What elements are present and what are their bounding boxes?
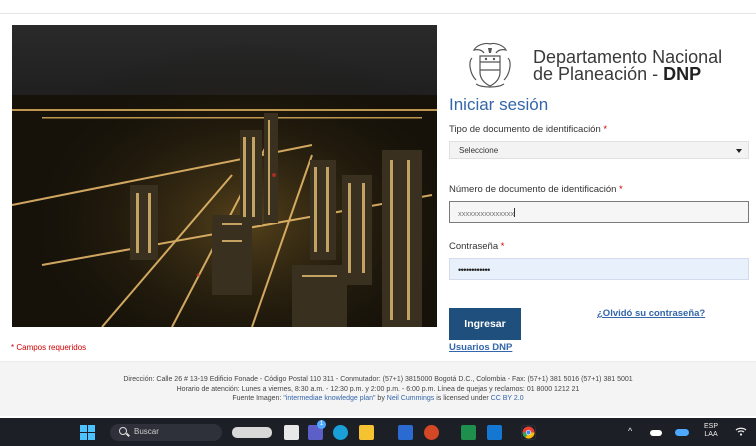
search-placeholder: Buscar	[134, 427, 159, 436]
edge-icon[interactable]	[333, 425, 348, 440]
required-asterisk: *	[603, 124, 608, 135]
wifi-icon[interactable]	[735, 426, 747, 438]
footer-image-credit: Fuente Imagen: "intermediae knowledge pl…	[0, 394, 756, 404]
credit-by: by	[375, 395, 387, 402]
doc-number-label: Número de documento de identificación *	[449, 184, 623, 195]
credit-prefix: Fuente Imagen:	[232, 395, 284, 402]
windows-taskbar: Buscar 1 ^ ESP LAA	[0, 418, 756, 446]
doc-number-value: xxxxxxxxxxxxxxx	[458, 209, 515, 218]
doc-number-input[interactable]: xxxxxxxxxxxxxxx	[449, 201, 749, 223]
page-footer: Dirección: Calle 26 # 13-19 Edificio Fon…	[0, 361, 756, 416]
word-icon[interactable]	[398, 425, 413, 440]
org-acronym: DNP	[663, 64, 702, 84]
organization-name: Departamento Nacional de Planeación - DN…	[533, 48, 722, 84]
taskbar-search[interactable]: Buscar	[110, 424, 222, 441]
credit-license-link[interactable]: CC BY 2.0	[491, 395, 524, 402]
teams-notification-badge: 1	[317, 420, 326, 429]
excel-icon[interactable]	[461, 425, 476, 440]
language-indicator[interactable]: ESP LAA	[704, 423, 718, 439]
task-view-icon[interactable]	[284, 425, 299, 440]
doc-type-select[interactable]: Seleccione	[449, 141, 749, 159]
footer-address: Dirección: Calle 26 # 13-19 Edificio Fon…	[123, 376, 633, 383]
credit-licensed: is licensed under	[434, 395, 491, 402]
login-title: Iniciar sesión	[449, 95, 549, 114]
org-name-line2: de Planeación - DNP	[533, 64, 722, 84]
powerpoint-icon[interactable]	[424, 425, 439, 440]
cloud-icon[interactable]	[650, 430, 662, 436]
onedrive-icon[interactable]	[675, 429, 689, 436]
file-explorer-icon[interactable]	[359, 425, 374, 440]
doc-number-label-text: Número de documento de identificación	[449, 184, 617, 195]
forgot-password-link[interactable]: ¿Olvidó su contraseña?	[597, 308, 705, 319]
chevron-down-icon	[736, 149, 742, 153]
password-value: ••••••••••••	[458, 265, 490, 275]
chrome-icon[interactable]	[521, 425, 536, 440]
windows-start-icon[interactable]	[80, 425, 95, 440]
org-name-line2-text: de Planeación -	[533, 64, 664, 84]
search-icon	[119, 427, 127, 435]
required-fields-note: * Campos requeridos	[11, 343, 87, 352]
doc-type-label: Tipo de documento de identificación *	[449, 124, 607, 135]
text-cursor	[514, 208, 516, 217]
dnp-users-link[interactable]: Usuarios DNP	[449, 342, 512, 353]
colombia-coat-of-arms-logo	[466, 40, 514, 92]
required-asterisk: *	[500, 241, 505, 252]
chevron-up-icon[interactable]: ^	[628, 427, 632, 436]
outlook-icon[interactable]	[487, 425, 502, 440]
widgets-icon[interactable]	[232, 427, 272, 438]
password-label-text: Contraseña	[449, 241, 499, 252]
password-label: Contraseña *	[449, 241, 504, 252]
credit-work-link[interactable]: "intermediae knowledge plan"	[283, 395, 375, 402]
language-code: ESP	[704, 423, 719, 430]
credit-author-link[interactable]: Neil Cummings	[387, 395, 434, 402]
keyboard-layout: LAA	[704, 431, 718, 438]
teams-icon[interactable]: 1	[308, 420, 326, 440]
footer-hours: Horario de atención: Lunes a viernes, 8:…	[176, 385, 580, 393]
required-asterisk: *	[619, 184, 623, 195]
doc-type-selected-value: Seleccione	[459, 146, 499, 155]
password-input[interactable]: ••••••••••••	[449, 258, 749, 280]
doc-type-label-text: Tipo de documento de identificación	[449, 124, 601, 135]
top-divider	[0, 13, 756, 14]
city-night-photo	[12, 25, 437, 327]
login-submit-button[interactable]: Ingresar	[449, 308, 521, 340]
